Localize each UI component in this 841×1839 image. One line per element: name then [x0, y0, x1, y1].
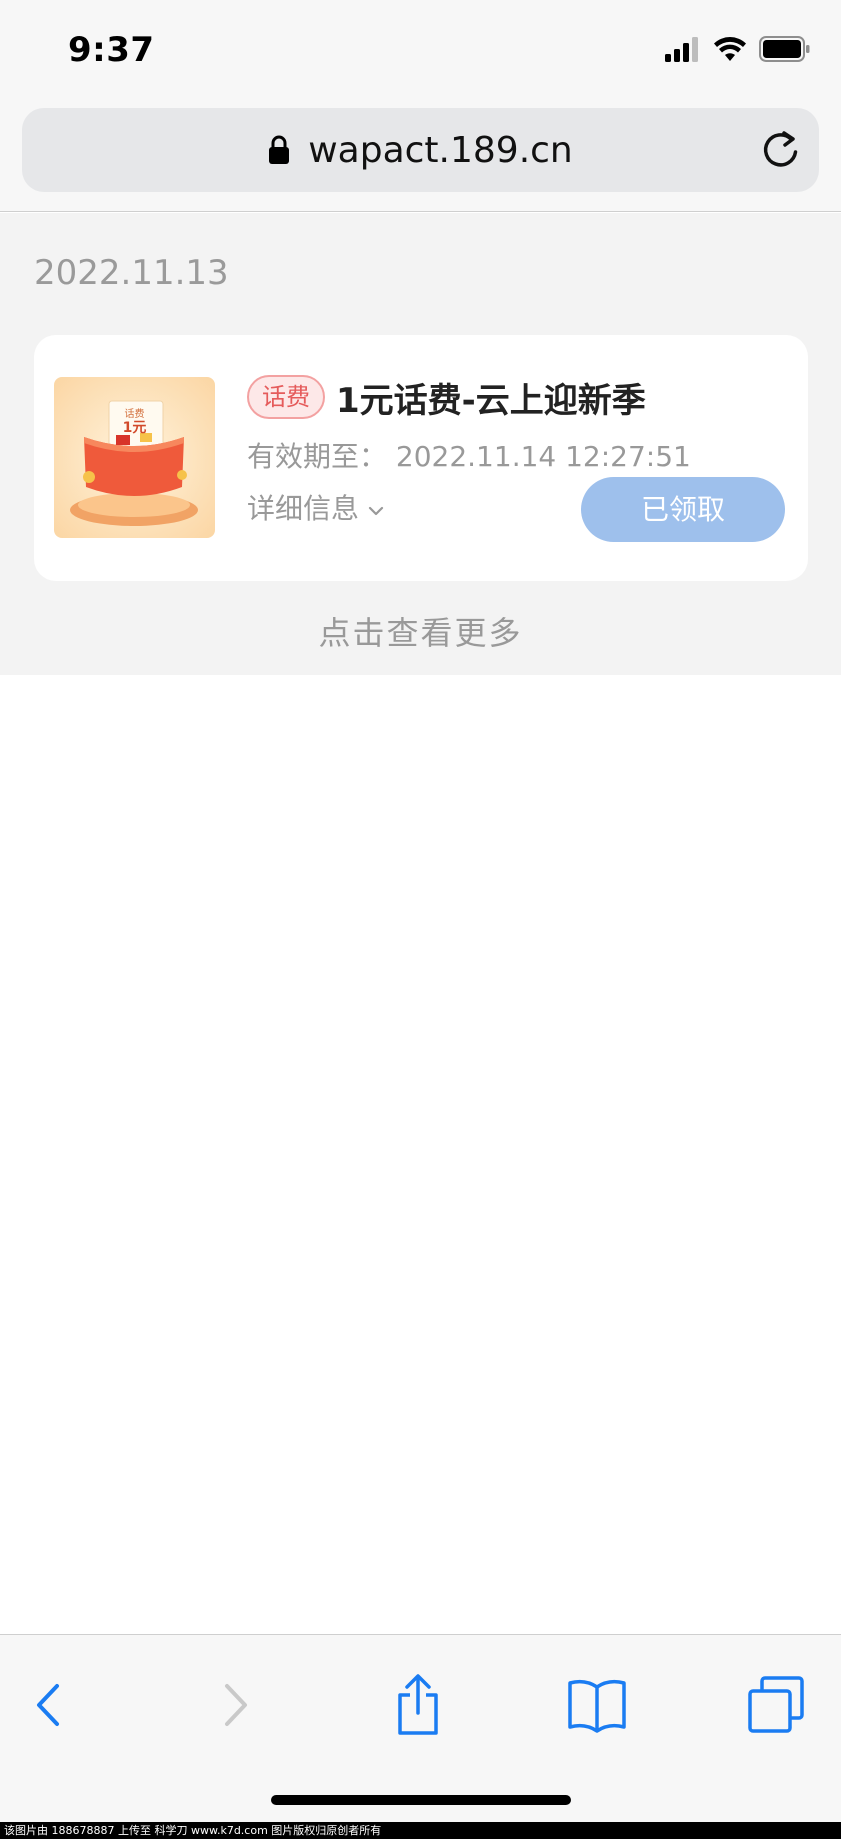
- forward-icon[interactable]: [204, 1673, 268, 1737]
- battery-icon: [759, 36, 811, 66]
- validity-text: 有效期至： 2022.11.14 12:27:51: [247, 440, 691, 473]
- thumbnail-amount-text: 1元: [122, 420, 147, 436]
- bookmarks-icon[interactable]: [565, 1673, 629, 1737]
- chevron-down-icon: [367, 491, 385, 524]
- browser-toolbar: [0, 1634, 841, 1822]
- wifi-icon: [713, 36, 747, 66]
- status-icons: [665, 36, 811, 66]
- details-label: 详细信息: [247, 492, 360, 525]
- tabs-icon[interactable]: [744, 1673, 808, 1737]
- coupon-card: 话费 1元 话费 1元话费-云上迎新季 有效期至： 2022.11.14 12:…: [34, 335, 808, 581]
- category-tag: 话费: [247, 375, 325, 419]
- date-heading: 2022.11.13: [34, 253, 229, 293]
- lock-icon: [268, 133, 290, 174]
- back-icon[interactable]: [16, 1673, 80, 1737]
- browser-header: wapact.189.cn: [0, 104, 841, 212]
- watermark-footer: 该图片由 188678887 上传至 科学刀 www.k7d.com 图片版权归…: [0, 1822, 841, 1839]
- share-icon[interactable]: [386, 1673, 450, 1737]
- url-text: wapact.189.cn: [308, 130, 573, 171]
- see-more-link[interactable]: 点击查看更多: [0, 608, 841, 654]
- status-time: 9:37: [68, 30, 155, 70]
- address-bar[interactable]: wapact.189.cn: [22, 108, 819, 192]
- status-bar: 9:37: [0, 0, 841, 104]
- details-toggle[interactable]: 详细信息: [247, 487, 385, 527]
- page-content: 2022.11.13 话费 1元 话费 1元话费-云上迎新季 有效期至： 202…: [0, 213, 841, 675]
- signal-icon: [665, 36, 701, 66]
- reload-icon[interactable]: [761, 130, 801, 170]
- coupon-thumbnail: 话费 1元: [54, 377, 215, 538]
- coupon-title: 1元话费-云上迎新季: [336, 381, 646, 421]
- claimed-button[interactable]: 已领取: [581, 477, 785, 542]
- home-indicator: [271, 1795, 571, 1805]
